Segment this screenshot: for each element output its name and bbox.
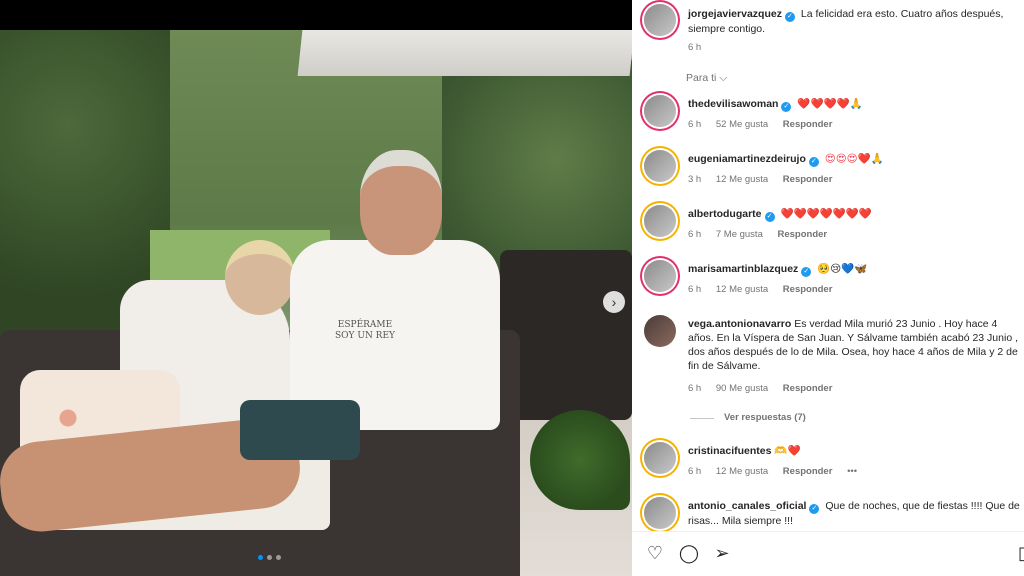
comments-panel: jorgejaviervazquez ✓ La felicidad era est… [632,0,1024,576]
comment-time: 6 h [688,466,702,477]
send-icon[interactable]: ➢ [711,542,733,564]
avatar[interactable] [644,205,676,237]
comment-username[interactable]: thedevilisawoman [688,98,778,110]
shirt-print-text: ESPÉRAME SOY UN REY [335,320,395,341]
comment-text: 🫶❤️ [774,445,801,457]
verified-icon: ✓ [781,102,792,112]
comment-text: 🥺😢💙🦋 [817,263,868,275]
comment-username[interactable]: marisamartinblazquez [688,263,798,275]
avatar[interactable] [644,497,676,529]
reply-button[interactable]: Responder [783,119,833,130]
reply-button[interactable]: Responder [783,383,833,394]
comment-time: 6 h [688,284,702,295]
post-photo[interactable]: ESPÉRAME SOY UN REY [0,30,632,576]
chevron-down-icon: ⌵ [719,72,728,84]
comment-username[interactable]: antonio_canales_oficial [688,500,806,512]
verified-icon: ✓ [801,267,812,277]
comment-username[interactable]: eugeniamartinezdeirujo [688,153,806,165]
caption-time: 6 h [688,42,702,53]
verified-icon: ✓ [808,157,819,167]
view-replies-button[interactable]: Ver respuestas (7) [724,412,806,423]
more-options-icon[interactable]: ••• [847,466,857,477]
avatar[interactable] [644,95,676,127]
comment-likes[interactable]: 7 Me gusta [716,229,763,240]
comment-text: 😍😍😍❤️🙏 [824,153,884,165]
comment-username[interactable]: albertodugarte [688,208,762,220]
comment-likes[interactable]: 12 Me gusta [716,284,768,295]
comment-text: ❤️❤️❤️❤️❤️❤️❤️ [780,208,872,220]
photo-plant [530,410,630,510]
reply-button[interactable]: Responder [783,284,833,295]
divider [690,418,714,419]
chevron-right-icon[interactable]: › [603,291,625,313]
avatar[interactable] [644,260,676,292]
carousel-dots [258,555,281,560]
comment-icon[interactable]: ◯ [678,542,700,564]
verified-icon: ✓ [784,12,795,22]
filter-label: Para ti [686,72,717,84]
avatar[interactable] [644,150,676,182]
reply-button[interactable]: Responder [783,466,833,477]
avatar[interactable] [644,442,676,474]
carousel-dot [276,555,281,560]
comment-time: 6 h [688,229,702,240]
comment-text: ❤️❤️❤️❤️🙏 [797,98,863,110]
reply-button[interactable]: Responder [778,229,828,240]
comment-username[interactable]: cristinacifuentes [688,445,771,457]
comment-username[interactable]: vega.antonionavarro [688,318,791,330]
comment-time: 6 h [688,119,702,130]
verified-icon: ✓ [764,212,775,222]
avatar[interactable] [644,315,676,347]
photo-awning [297,30,632,76]
comment-filter[interactable]: Para ti ⌵ [686,72,727,85]
comment-likes[interactable]: 90 Me gusta [716,383,768,394]
avatar[interactable] [644,4,676,36]
caption-username[interactable]: jorgejaviervazquez [688,8,782,20]
comment-likes[interactable]: 52 Me gusta [716,119,768,130]
comment-likes[interactable]: 12 Me gusta [716,174,768,185]
comment-likes[interactable]: 12 Me gusta [716,466,768,477]
comment-time: 3 h [688,174,702,185]
reply-button[interactable]: Responder [783,174,833,185]
carousel-dot [267,555,272,560]
verified-icon: ✓ [809,504,820,514]
bookmark-icon[interactable]: ▯ [1012,542,1024,564]
post-media: ESPÉRAME SOY UN REY › [0,0,632,576]
carousel-dot-active [258,555,263,560]
heart-icon[interactable]: ♡ [644,542,666,564]
post-action-bar: ♡ ◯ ➢ ▯ [632,531,1024,576]
comment-time: 6 h [688,383,702,394]
